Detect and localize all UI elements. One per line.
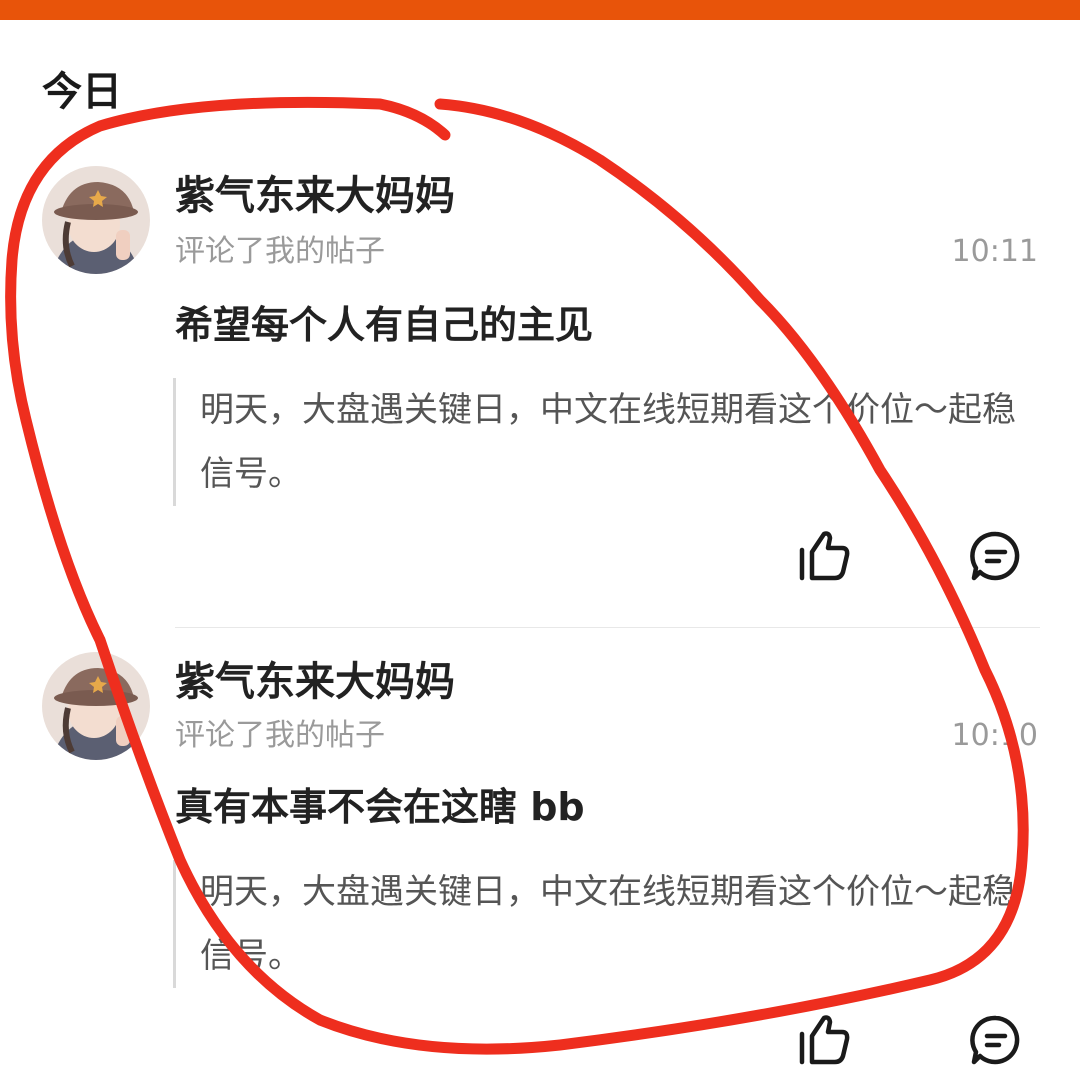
- action-text: 评论了我的帖子: [175, 718, 385, 753]
- thumbs-up-icon: [799, 1015, 850, 1065]
- divider: [175, 627, 1040, 628]
- avatar-image: [42, 652, 150, 760]
- section-title: 今日: [42, 69, 122, 115]
- quoted-post[interactable]: 明天，大盘遇关键日，中文在线短期看这个价位～起稳信号。: [173, 860, 1043, 988]
- timestamp: 10:11: [951, 234, 1038, 269]
- like-button[interactable]: [796, 526, 856, 586]
- quoted-post[interactable]: 明天，大盘遇关键日，中文在线短期看这个价位～起稳信号。: [173, 378, 1043, 506]
- comment-text[interactable]: 真有本事不会在这瞎 bb: [175, 782, 585, 832]
- reply-button[interactable]: [966, 526, 1026, 586]
- avatar[interactable]: [42, 166, 150, 274]
- user-name[interactable]: 紫气东来大妈妈: [175, 172, 455, 220]
- like-button[interactable]: [796, 1010, 856, 1070]
- user-name[interactable]: 紫气东来大妈妈: [175, 658, 455, 706]
- action-text: 评论了我的帖子: [175, 234, 385, 269]
- reply-button[interactable]: [966, 1010, 1026, 1070]
- avatar[interactable]: [42, 652, 150, 760]
- top-accent-bar: [0, 0, 1080, 20]
- comment-bubble-icon: [970, 531, 1020, 581]
- comment-bubble-icon: [970, 1015, 1020, 1065]
- thumbs-up-icon: [799, 531, 850, 581]
- timestamp: 10:10: [951, 718, 1038, 753]
- comment-text[interactable]: 希望每个人有自己的主见: [175, 300, 593, 350]
- avatar-image: [42, 166, 150, 274]
